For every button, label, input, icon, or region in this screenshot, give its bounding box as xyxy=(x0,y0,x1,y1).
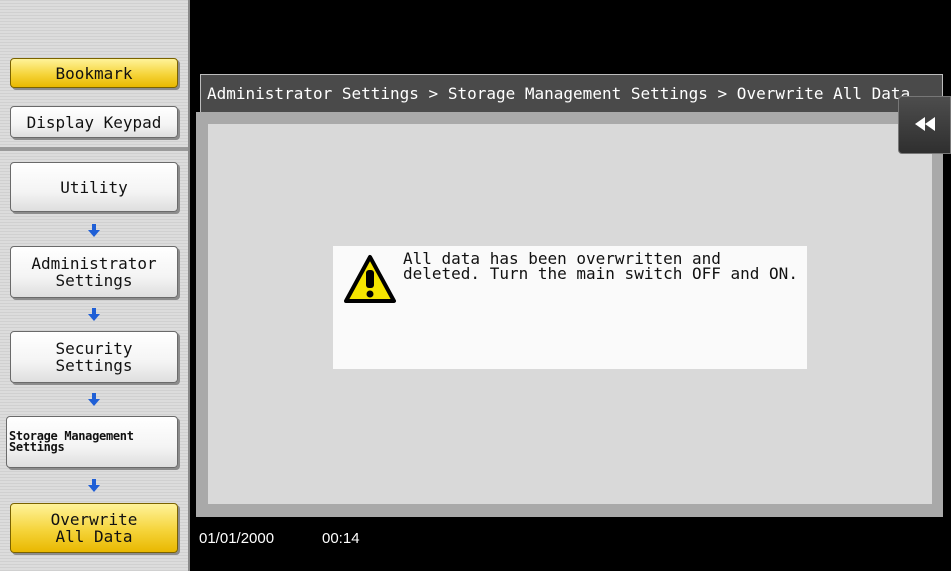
step-label-line2: Settings xyxy=(55,356,133,375)
breadcrumb-step-overwrite-all-data[interactable]: Overwrite All Data xyxy=(10,503,178,553)
sidebar: Bookmark Display Keypad Utility Administ… xyxy=(0,0,190,571)
arrow-down-icon xyxy=(86,222,102,238)
message-text: All data has been overwritten and delete… xyxy=(403,251,803,283)
bookmark-button[interactable]: Bookmark xyxy=(10,58,178,88)
breadcrumb-path-text: Administrator Settings > Storage Managem… xyxy=(207,84,911,103)
warning-icon xyxy=(343,254,397,304)
status-date: 01/01/2000 xyxy=(199,530,275,547)
arrow-down-icon xyxy=(86,306,102,322)
message-dialog: All data has been overwritten and delete… xyxy=(333,246,807,369)
sidebar-divider xyxy=(0,147,188,151)
display-keypad-label: Display Keypad xyxy=(26,112,162,132)
breadcrumb-step-storage-management-settings[interactable]: Storage Management Settings xyxy=(6,416,178,468)
breadcrumb-step-utility[interactable]: Utility xyxy=(10,162,178,212)
display-keypad-button[interactable]: Display Keypad xyxy=(10,106,178,138)
rewind-icon xyxy=(914,116,936,135)
step-label-line2: All Data xyxy=(55,527,133,546)
breadcrumb-path: Administrator Settings > Storage Managem… xyxy=(200,74,943,113)
status-bar xyxy=(196,523,951,571)
step-label-line1: Administrator xyxy=(31,254,157,273)
back-button[interactable] xyxy=(898,96,951,154)
step-label-line1: Overwrite xyxy=(50,510,138,529)
step-label-line2: Settings xyxy=(55,271,133,290)
step-label-line2: Settings xyxy=(9,440,65,454)
step-label: Utility xyxy=(60,177,128,197)
status-time: 00:14 xyxy=(322,530,360,547)
bookmark-label: Bookmark xyxy=(55,63,133,83)
breadcrumb-step-administrator-settings[interactable]: Administrator Settings xyxy=(10,246,178,298)
arrow-down-icon xyxy=(86,477,102,493)
arrow-down-icon xyxy=(86,391,102,407)
message-line2: deleted. Turn the main switch OFF and ON… xyxy=(403,264,798,283)
step-label-line1: Security xyxy=(55,339,133,358)
breadcrumb-step-security-settings[interactable]: Security Settings xyxy=(10,331,178,383)
